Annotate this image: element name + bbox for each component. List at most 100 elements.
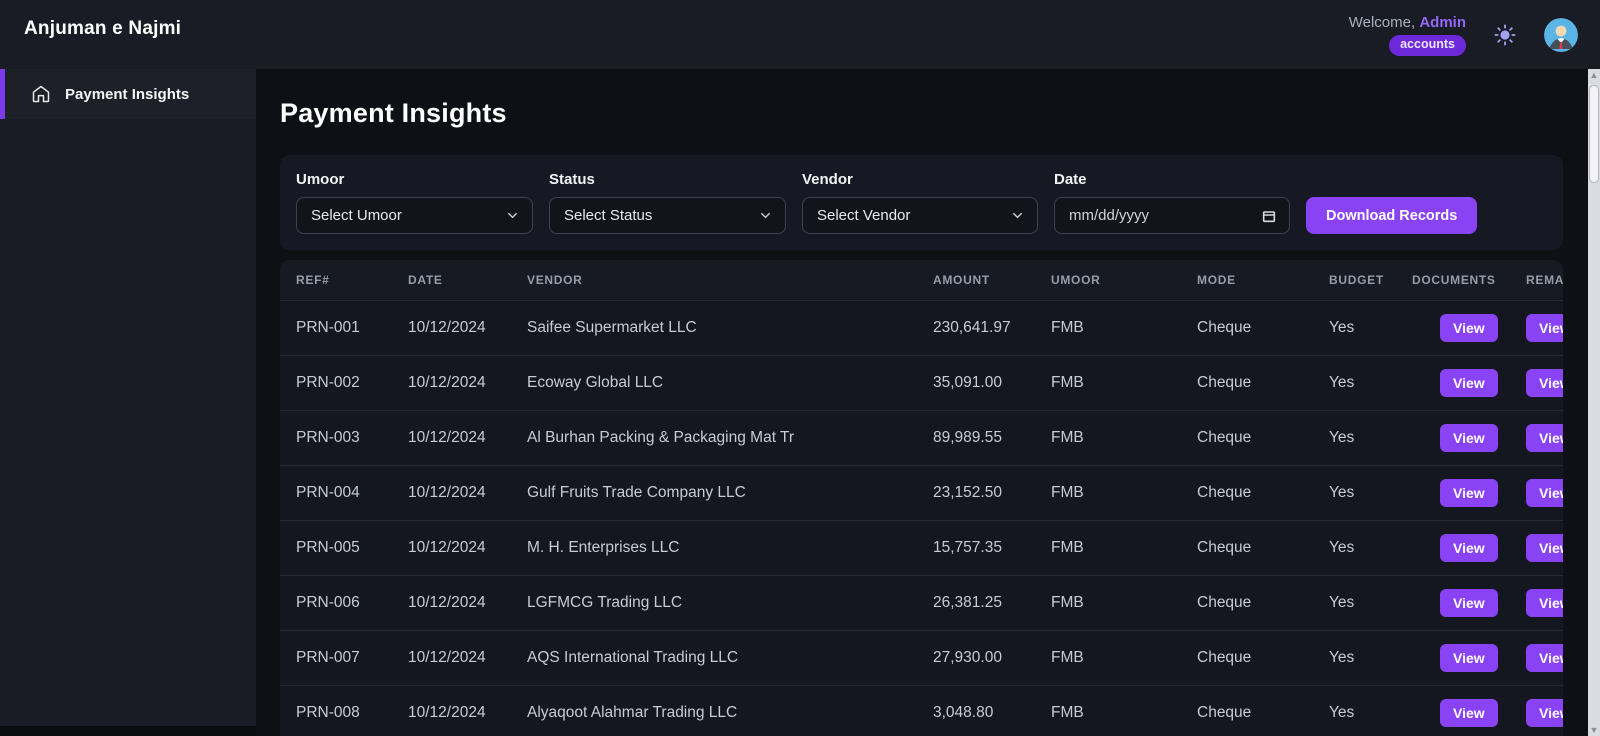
cell-ref: PRN-008 (280, 685, 392, 736)
column-header-0: REF# (280, 260, 392, 300)
cell-budget: Yes (1313, 355, 1396, 410)
cell-budget: Yes (1313, 520, 1396, 575)
vendor-field: Vendor Select Vendor (802, 172, 1038, 234)
vendor-select-value: Select Vendor (817, 207, 910, 224)
cell-date: 10/12/2024 (392, 300, 511, 355)
welcome-prefix: Welcome, (1349, 14, 1420, 31)
date-placeholder: mm/dd/yyyy (1069, 207, 1149, 224)
view-remarks-button[interactable]: View (1526, 424, 1563, 452)
cell-budget: Yes (1313, 300, 1396, 355)
table-row: PRN-002 10/12/2024 Ecoway Global LLC 35,… (280, 355, 1563, 410)
cell-remarks: View (1510, 630, 1563, 685)
cell-date: 10/12/2024 (392, 410, 511, 465)
cell-amount: 15,757.35 (917, 520, 1035, 575)
scrollbar-thumb[interactable] (1589, 85, 1599, 183)
cell-documents: View (1396, 355, 1510, 410)
view-remarks-button[interactable]: View (1526, 644, 1563, 672)
table-row: PRN-005 10/12/2024 M. H. Enterprises LLC… (280, 520, 1563, 575)
cell-documents: View (1396, 410, 1510, 465)
cell-documents: View (1396, 520, 1510, 575)
view-documents-button[interactable]: View (1440, 589, 1498, 617)
view-documents-button[interactable]: View (1440, 369, 1498, 397)
sidebar-item-payment-insights[interactable]: Payment Insights (0, 69, 256, 119)
view-remarks-button[interactable]: View (1526, 589, 1563, 617)
cell-umoor: FMB (1035, 300, 1181, 355)
vertical-scrollbar[interactable]: ▲ ▼ (1588, 69, 1600, 736)
theme-toggle-button[interactable] (1492, 22, 1518, 48)
cell-vendor: AQS International Trading LLC (511, 630, 917, 685)
table-row: PRN-006 10/12/2024 LGFMCG Trading LLC 26… (280, 575, 1563, 630)
table-row: PRN-007 10/12/2024 AQS International Tra… (280, 630, 1563, 685)
download-records-button[interactable]: Download Records (1306, 197, 1477, 234)
cell-date: 10/12/2024 (392, 575, 511, 630)
view-documents-button[interactable]: View (1440, 424, 1498, 452)
cell-budget: Yes (1313, 630, 1396, 685)
cell-budget: Yes (1313, 685, 1396, 736)
cell-ref: PRN-006 (280, 575, 392, 630)
umoor-select-value: Select Umoor (311, 207, 402, 224)
scroll-down-arrow[interactable]: ▼ (1588, 724, 1600, 736)
view-documents-button[interactable]: View (1440, 699, 1498, 727)
view-documents-button[interactable]: View (1440, 314, 1498, 342)
cell-remarks: View (1510, 575, 1563, 630)
status-select-value: Select Status (564, 207, 652, 224)
column-header-5: MODE (1181, 260, 1313, 300)
date-field: Date mm/dd/yyyy (1054, 172, 1290, 234)
user-avatar[interactable] (1544, 18, 1578, 52)
cell-budget: Yes (1313, 575, 1396, 630)
cell-umoor: FMB (1035, 520, 1181, 575)
view-remarks-button[interactable]: View (1526, 479, 1563, 507)
view-remarks-button[interactable]: View (1526, 314, 1563, 342)
status-select[interactable]: Select Status (549, 197, 786, 234)
welcome-block: Welcome, Admin accounts (1349, 14, 1466, 56)
view-remarks-button[interactable]: View (1526, 369, 1563, 397)
column-header-4: UMOOR (1035, 260, 1181, 300)
cell-vendor: Saifee Supermarket LLC (511, 300, 917, 355)
vendor-label: Vendor (802, 172, 1038, 188)
view-documents-button[interactable]: View (1440, 534, 1498, 562)
cell-amount: 23,152.50 (917, 465, 1035, 520)
home-icon (31, 84, 51, 104)
cell-mode: Cheque (1181, 300, 1313, 355)
cell-mode: Cheque (1181, 465, 1313, 520)
chevron-down-icon (505, 208, 520, 223)
app-brand: Anjuman e Najmi (24, 18, 181, 69)
view-remarks-button[interactable]: View (1526, 699, 1563, 727)
chevron-down-icon (758, 208, 773, 223)
cell-ref: PRN-004 (280, 465, 392, 520)
cell-documents: View (1396, 630, 1510, 685)
chevron-down-icon (1010, 208, 1025, 223)
payments-table: REF#DATEVENDORAMOUNTUMOORMODEBUDGETDOCUM… (280, 260, 1563, 736)
umoor-field: Umoor Select Umoor (296, 172, 533, 234)
column-header-2: VENDOR (511, 260, 917, 300)
username: Admin (1419, 14, 1466, 31)
date-label: Date (1054, 172, 1290, 188)
column-header-7: DOCUMENTS (1396, 260, 1510, 300)
cell-ref: PRN-005 (280, 520, 392, 575)
cell-documents: View (1396, 575, 1510, 630)
page-title: Payment Insights (280, 97, 1588, 129)
date-input[interactable]: mm/dd/yyyy (1054, 197, 1290, 234)
column-header-1: DATE (392, 260, 511, 300)
sidebar: Payment Insights (0, 69, 256, 726)
cell-remarks: View (1510, 410, 1563, 465)
umoor-select[interactable]: Select Umoor (296, 197, 533, 234)
column-header-8: REMARKS (1510, 260, 1563, 300)
view-documents-button[interactable]: View (1440, 644, 1498, 672)
cell-vendor: M. H. Enterprises LLC (511, 520, 917, 575)
cell-umoor: FMB (1035, 575, 1181, 630)
column-header-6: BUDGET (1313, 260, 1396, 300)
table-header-row: REF#DATEVENDORAMOUNTUMOORMODEBUDGETDOCUM… (280, 260, 1563, 300)
cell-mode: Cheque (1181, 410, 1313, 465)
umoor-label: Umoor (296, 172, 533, 188)
vendor-select[interactable]: Select Vendor (802, 197, 1038, 234)
cell-ref: PRN-003 (280, 410, 392, 465)
view-remarks-button[interactable]: View (1526, 534, 1563, 562)
cell-umoor: FMB (1035, 685, 1181, 736)
cell-ref: PRN-001 (280, 300, 392, 355)
view-documents-button[interactable]: View (1440, 479, 1498, 507)
cell-umoor: FMB (1035, 465, 1181, 520)
welcome-text: Welcome, Admin (1349, 14, 1466, 31)
scroll-up-arrow[interactable]: ▲ (1588, 69, 1600, 81)
cell-remarks: View (1510, 300, 1563, 355)
